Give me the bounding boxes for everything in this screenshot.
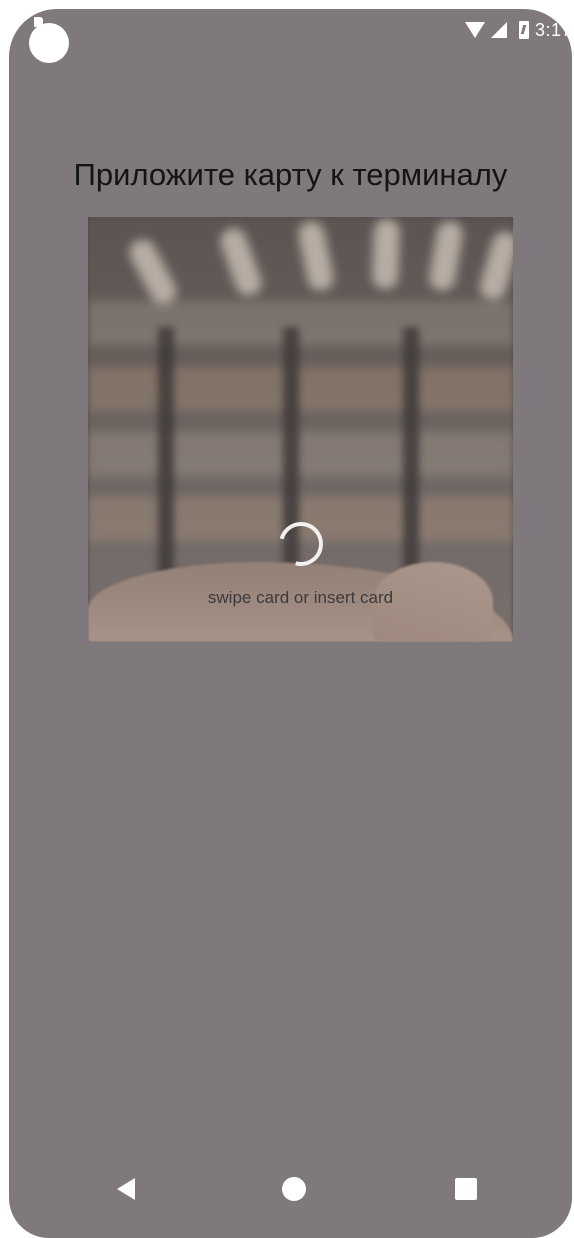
status-indicators: 3:17: [464, 19, 572, 41]
status-time: 3:17: [534, 19, 572, 40]
card-prompt-panel: swipe card or insert card: [88, 217, 513, 642]
card-prompt-text: swipe card or insert card: [207, 588, 394, 607]
dim-overlay: [88, 217, 513, 642]
cell-signal-icon: [490, 22, 507, 38]
phone-screen: 3:17 Приложите карту к терминалу swipe c…: [9, 9, 572, 1238]
sd-card-icon: [34, 17, 43, 27]
status-bar: 3:17: [9, 9, 572, 63]
battery-charging-icon: [518, 21, 529, 39]
page-title: Приложите карту к терминалу: [73, 157, 508, 192]
front-camera: [29, 23, 69, 63]
recents-icon[interactable]: [455, 1178, 477, 1200]
navigation-bar: [9, 1138, 572, 1238]
home-icon[interactable]: [282, 1177, 306, 1201]
back-icon[interactable]: [117, 1178, 135, 1200]
wifi-icon: [464, 22, 485, 38]
